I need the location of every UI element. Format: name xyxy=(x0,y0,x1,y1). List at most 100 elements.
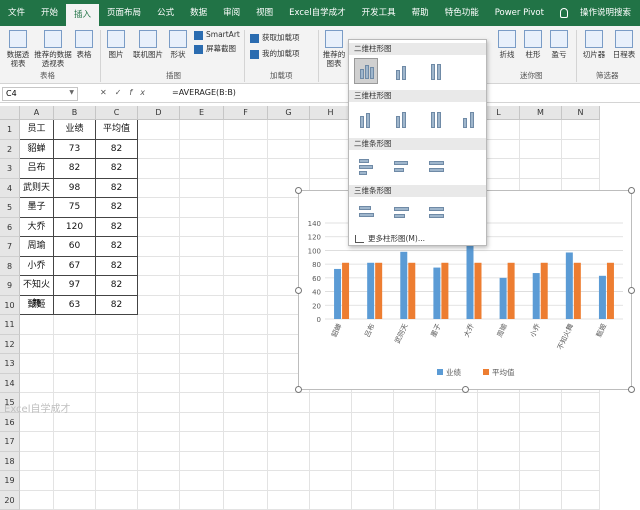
cell[interactable] xyxy=(54,491,96,510)
cell[interactable] xyxy=(138,393,180,413)
cell[interactable] xyxy=(268,159,310,179)
cell[interactable]: 82 xyxy=(96,179,138,199)
row-header[interactable]: 12 xyxy=(0,335,20,355)
column-header[interactable]: C xyxy=(96,106,138,120)
cell[interactable] xyxy=(394,452,436,472)
pivot-table-button[interactable]: 数据透视表 xyxy=(4,30,32,68)
table-button[interactable]: 表格 xyxy=(74,30,94,59)
cell[interactable] xyxy=(138,413,180,433)
cell[interactable] xyxy=(224,296,268,316)
cell[interactable] xyxy=(478,432,520,452)
resize-handle[interactable] xyxy=(628,386,635,393)
cell[interactable] xyxy=(96,393,138,413)
cell[interactable] xyxy=(268,452,310,472)
cell[interactable] xyxy=(224,354,268,374)
row-header[interactable]: 1 xyxy=(0,120,20,140)
column-chart-dropdown[interactable]: 二维柱形图 三维柱形图 二维条形图 三维条形图 更多柱形图(M)... xyxy=(348,39,487,246)
pictures-button[interactable]: 图片 xyxy=(106,30,126,59)
cell[interactable] xyxy=(138,159,180,179)
cell[interactable] xyxy=(138,120,180,140)
cell[interactable] xyxy=(180,140,224,160)
cell[interactable] xyxy=(180,315,224,335)
cell[interactable] xyxy=(20,315,54,335)
cell[interactable] xyxy=(96,354,138,374)
column-header[interactable]: E xyxy=(180,106,224,120)
cell[interactable] xyxy=(138,452,180,472)
cell[interactable] xyxy=(310,413,352,433)
cell[interactable] xyxy=(138,237,180,257)
row-header[interactable]: 7 xyxy=(0,237,20,257)
ribbon-tab[interactable]: 开发工具 xyxy=(354,0,404,26)
column-header[interactable]: F xyxy=(224,106,268,120)
ribbon-tab[interactable]: Power Pivot xyxy=(487,0,552,26)
cell[interactable] xyxy=(138,471,180,491)
cell[interactable] xyxy=(394,413,436,433)
percent-stacked-bar-option[interactable] xyxy=(424,154,448,180)
cell[interactable]: 吕布 xyxy=(20,159,54,179)
row-header[interactable]: 11 xyxy=(0,315,20,335)
cell[interactable] xyxy=(180,276,224,296)
cell[interactable] xyxy=(20,374,54,394)
3d-percent-stacked-bar-option[interactable] xyxy=(424,200,448,226)
cell[interactable] xyxy=(54,452,96,472)
row-header[interactable]: 6 xyxy=(0,218,20,238)
cell[interactable]: 63 xyxy=(54,296,96,316)
row-header[interactable]: 4 xyxy=(0,179,20,199)
column-header[interactable]: M xyxy=(520,106,562,120)
cell[interactable] xyxy=(138,276,180,296)
cell[interactable] xyxy=(436,393,478,413)
cell[interactable]: 82 xyxy=(96,198,138,218)
cell[interactable] xyxy=(268,432,310,452)
cell[interactable] xyxy=(394,471,436,491)
cell[interactable] xyxy=(138,432,180,452)
cell[interactable] xyxy=(138,354,180,374)
ribbon-tab[interactable]: 插入 xyxy=(66,4,99,26)
cell[interactable] xyxy=(96,374,138,394)
cell[interactable] xyxy=(224,179,268,199)
cell[interactable] xyxy=(224,315,268,335)
sparkline-column-button[interactable]: 柱形 xyxy=(522,30,544,59)
cell[interactable] xyxy=(562,120,600,140)
cell[interactable] xyxy=(436,413,478,433)
cell[interactable] xyxy=(562,432,600,452)
cell[interactable]: 82 xyxy=(96,296,138,316)
cell[interactable] xyxy=(54,432,96,452)
cell[interactable] xyxy=(180,374,224,394)
cell[interactable] xyxy=(478,491,520,510)
row-header[interactable]: 5 xyxy=(0,198,20,218)
cell[interactable] xyxy=(520,120,562,140)
ribbon-tab[interactable]: Excel自学成才 xyxy=(281,0,354,26)
cell[interactable] xyxy=(520,159,562,179)
cell[interactable]: 平均值 xyxy=(96,120,138,140)
column-header[interactable]: H xyxy=(310,106,352,120)
row-header[interactable]: 18 xyxy=(0,452,20,472)
cell[interactable] xyxy=(394,393,436,413)
recommended-pivot-button[interactable]: 推荐的数据透视表 xyxy=(34,30,72,68)
cell[interactable] xyxy=(562,452,600,472)
cell[interactable] xyxy=(310,120,352,140)
cell[interactable] xyxy=(180,159,224,179)
cell[interactable] xyxy=(436,452,478,472)
row-header[interactable]: 3 xyxy=(0,159,20,179)
online-pictures-button[interactable]: 联机图片 xyxy=(130,30,166,59)
cell[interactable] xyxy=(520,471,562,491)
cell[interactable] xyxy=(138,257,180,277)
cell[interactable] xyxy=(224,393,268,413)
cell[interactable] xyxy=(224,140,268,160)
smartart-button[interactable]: SmartArt xyxy=(194,30,240,40)
clustered-column-option[interactable] xyxy=(354,58,378,84)
cell[interactable]: 67 xyxy=(54,257,96,277)
row-header[interactable]: 16 xyxy=(0,413,20,433)
cell[interactable] xyxy=(180,257,224,277)
cell[interactable] xyxy=(54,471,96,491)
cell[interactable] xyxy=(54,315,96,335)
cell[interactable] xyxy=(394,432,436,452)
cell[interactable]: 82 xyxy=(96,218,138,238)
cell[interactable] xyxy=(20,354,54,374)
recommended-charts-button[interactable]: 推荐的图表 xyxy=(322,30,346,68)
3d-clustered-bar-option[interactable] xyxy=(354,200,378,226)
cell[interactable] xyxy=(224,374,268,394)
cell[interactable]: 貂蝉 xyxy=(20,140,54,160)
ribbon-tab[interactable]: 视图 xyxy=(248,0,281,26)
cell[interactable]: 82 xyxy=(96,276,138,296)
